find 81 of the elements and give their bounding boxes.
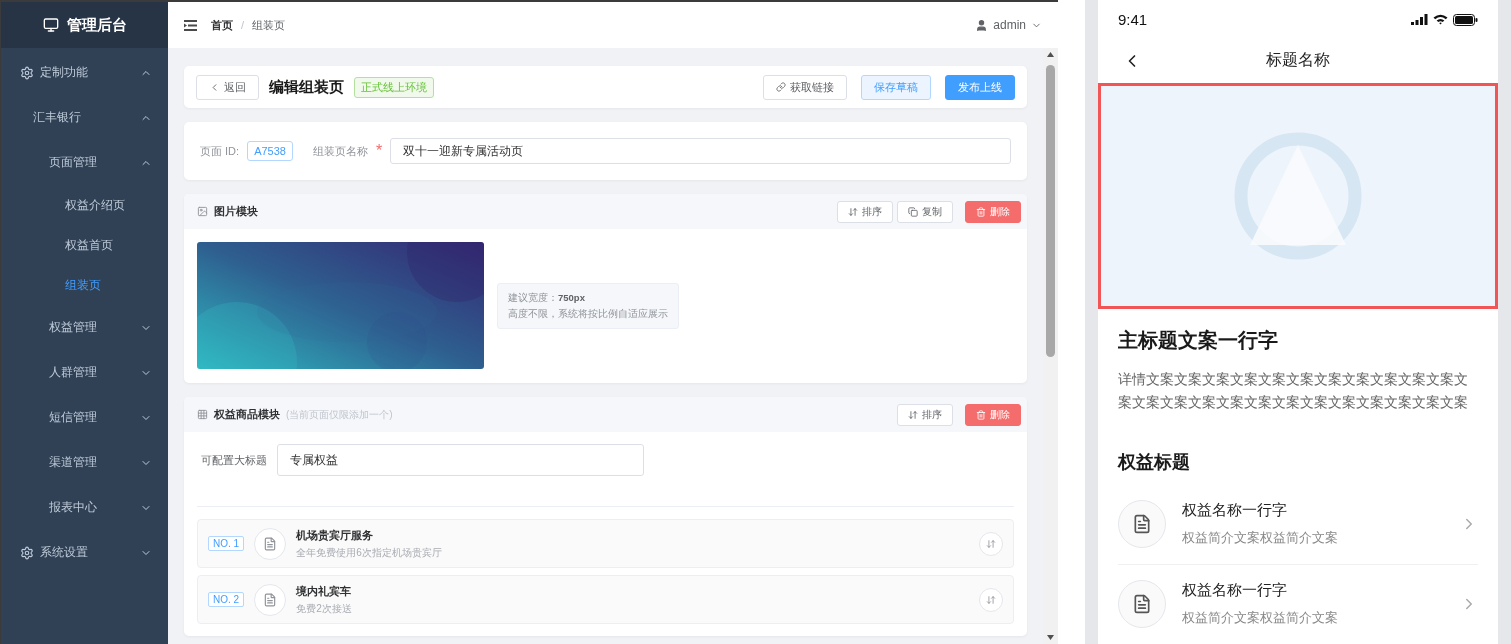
benefit-name: 权益名称一行字 xyxy=(1182,581,1288,601)
hint-text: 高度不限，系统将按比例自适应展示 xyxy=(508,306,668,321)
document-icon xyxy=(1118,580,1166,629)
scrollbar[interactable] xyxy=(1043,48,1058,644)
breadcrumb-item: 组装页 xyxy=(252,17,286,33)
item-title: 境内礼宾车 xyxy=(296,583,353,599)
scroll-up-icon[interactable] xyxy=(1047,52,1054,57)
document-icon xyxy=(254,527,287,560)
monitor-icon xyxy=(42,17,59,33)
benefit-list-item[interactable]: 权益名称一行字 权益简介文案权益简介文案 xyxy=(1118,564,1478,644)
sidebar-item[interactable]: 定制功能 xyxy=(1,50,168,95)
title-input[interactable]: 专属权益 xyxy=(277,444,644,476)
link-button[interactable]: 获取链接 xyxy=(763,74,847,100)
hint-text: 建议宽度：750px xyxy=(508,290,586,305)
app-title: 管理后台 xyxy=(66,15,127,35)
banner-placeholder[interactable] xyxy=(1098,82,1498,309)
sidebar-item[interactable]: 短信管理 xyxy=(1,395,168,440)
sidebar-item[interactable]: 页面管理 xyxy=(1,140,168,185)
item-title: 机场贵宾厅服务 xyxy=(296,527,375,543)
scroll-down-icon[interactable] xyxy=(1047,635,1054,640)
back-button[interactable]: 返回 xyxy=(196,74,259,100)
sort-icon xyxy=(908,409,918,420)
section-title: 权益标题 xyxy=(1118,451,1191,474)
status-time: 9:41 xyxy=(1118,11,1148,29)
page-id: A7538 xyxy=(247,141,293,161)
grid-icon xyxy=(197,409,208,420)
trash-icon xyxy=(976,206,986,217)
copy-icon xyxy=(908,206,918,217)
item-description: 全年免费使用6次指定机场贵宾厅 xyxy=(296,545,443,560)
benefit-name: 权益名称一行字 xyxy=(1182,501,1288,520)
benefit-description: 权益简介文案权益简介文案 xyxy=(1182,609,1339,628)
sidebar-item[interactable]: 权益管理 xyxy=(1,305,168,350)
gear-icon xyxy=(20,545,34,560)
wifi-icon xyxy=(1433,14,1448,26)
sort-button[interactable]: 排序 xyxy=(897,403,953,426)
screen-title: 标题名称 xyxy=(1265,50,1331,71)
sidebar-item[interactable]: 报表中心 xyxy=(1,485,168,530)
sidebar-item[interactable]: 组装页 xyxy=(1,265,168,305)
sidebar-item[interactable]: 渠道管理 xyxy=(1,440,168,485)
gear-icon xyxy=(20,65,34,80)
sort-handle[interactable] xyxy=(979,587,1003,612)
image-placeholder-icon xyxy=(1233,130,1363,261)
name-label: 组装页名称 xyxy=(312,143,368,159)
document-icon xyxy=(254,583,287,616)
benefit-description: 权益简介文案权益简介文案 xyxy=(1182,529,1339,547)
environment-tag: 正式线上环境 xyxy=(354,76,434,98)
module-title: 权益商品模块 xyxy=(214,407,280,422)
image-icon xyxy=(197,206,208,217)
document-icon xyxy=(1118,500,1166,548)
copy-button[interactable]: 复制 xyxy=(897,200,953,223)
sidebar-item[interactable]: 权益介绍页 xyxy=(1,185,168,225)
sidebar-item[interactable]: 汇丰银行 xyxy=(1,95,168,140)
field-label: 可配置大标题 xyxy=(201,452,267,468)
id-label: 页面 ID: xyxy=(200,143,240,159)
main-heading: 主标题文案一行字 xyxy=(1118,328,1279,353)
menu-icon[interactable] xyxy=(184,19,197,31)
trash-icon xyxy=(976,409,986,420)
module-title: 图片模块 xyxy=(214,204,258,219)
number-tag: NO. 1 xyxy=(208,536,245,551)
breadcrumb-item[interactable]: 首页 xyxy=(211,17,233,33)
benefit-item[interactable]: NO. 2 境内礼宾车 免费2次接送 xyxy=(197,575,1014,624)
sort-handle[interactable] xyxy=(979,531,1003,556)
sidebar-item[interactable]: 人群管理 xyxy=(1,350,168,395)
user-icon xyxy=(975,18,989,32)
battery-icon xyxy=(1453,13,1478,26)
benefit-list-item[interactable]: 权益名称一行字 权益简介文案权益简介文案 xyxy=(1118,484,1478,564)
sidebar-item[interactable]: 系统设置 xyxy=(1,530,168,575)
detail-text: 详情文案文案文案文案文案文案文案文案文案文案文案文案文案文案文案文案文案文案文案文案文案文案文案文案 xyxy=(1118,370,1469,412)
sort-button[interactable]: 排序 xyxy=(837,200,893,223)
breadcrumb-separator: / xyxy=(241,19,245,31)
link-icon xyxy=(776,82,786,92)
sort-icon xyxy=(848,206,858,217)
item-description: 免费2次接送 xyxy=(296,601,353,616)
number-tag: NO. 2 xyxy=(208,592,245,607)
signal-icon xyxy=(1411,14,1428,26)
benefit-item[interactable]: NO. 1 机场贵宾厅服务 全年免费使用6次指定机场贵宾厅 xyxy=(197,519,1014,568)
page-title: 编辑组装页 xyxy=(269,77,344,97)
name-input[interactable]: 双十一迎新专属活动页 xyxy=(390,138,1011,164)
required-mark: * xyxy=(375,142,383,160)
sidebar-item[interactable]: 权益首页 xyxy=(1,225,168,265)
user-menu[interactable]: admin xyxy=(975,18,1042,32)
